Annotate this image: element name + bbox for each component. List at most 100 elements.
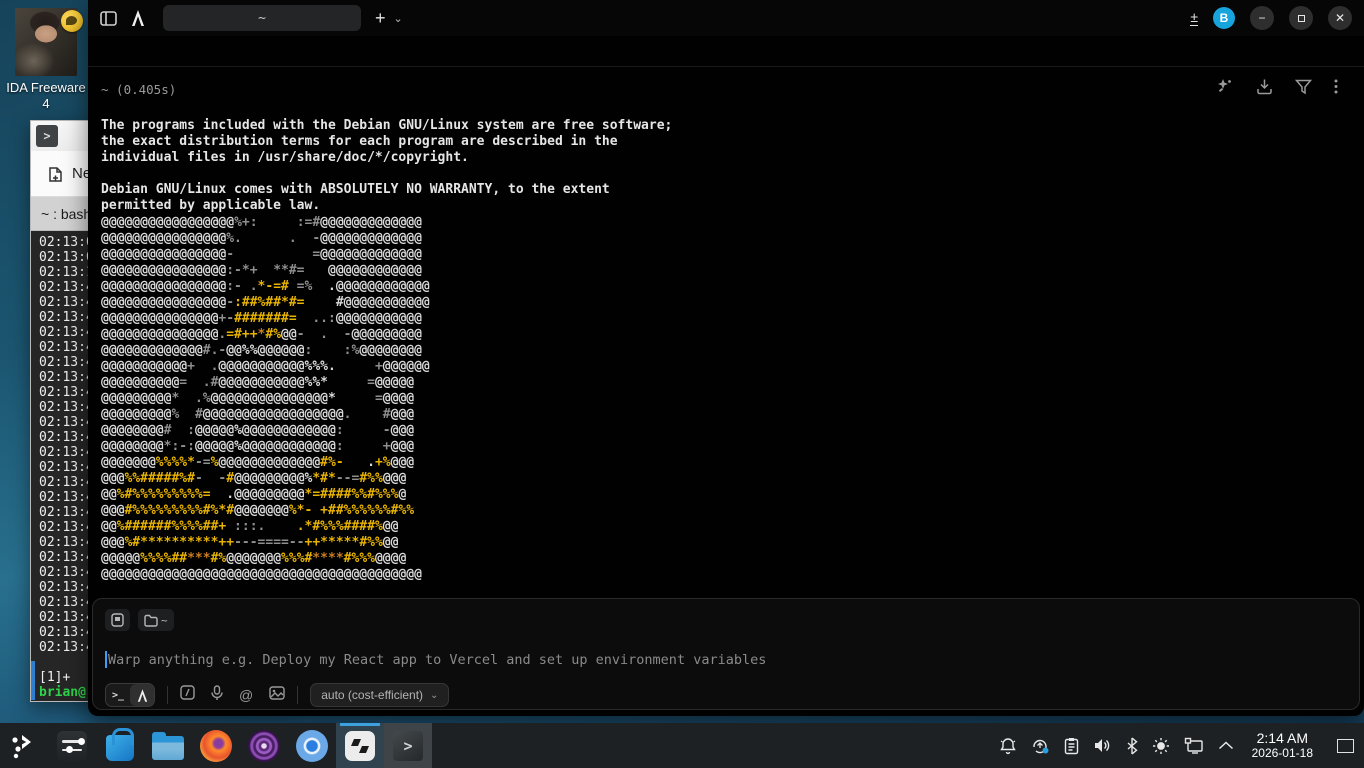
ascii-art-line: @@@@@@@@@@@@@@@@- =@@@@@@@@@@@@@ xyxy=(101,247,430,263)
taskbar-warp-button-active[interactable] xyxy=(336,723,384,768)
adjust-icon[interactable]: ± xyxy=(1190,10,1198,26)
taskbar-terminal-button[interactable]: > xyxy=(384,723,432,768)
agent-mode-segment[interactable] xyxy=(130,684,154,706)
taskbar-discover-button[interactable] xyxy=(96,723,144,768)
warp-input-panel[interactable]: ~ Warp anything e.g. Deploy my React app… xyxy=(92,598,1360,710)
ascii-art-line: @@@@@@@@*:-:@@@@@%@@@@@@@@@@@@: +@@@ xyxy=(101,439,430,455)
ascii-art-line: @@@@@@@@@% #@@@@@@@@@@@@@@@@@@. #@@@ xyxy=(101,407,430,423)
tab-title: ~ xyxy=(258,11,266,26)
directory-label: ~ xyxy=(161,614,168,627)
warp-app-icon xyxy=(345,731,375,761)
ascii-art-line: @@@%%#####%#- -#@@@@@@@@@%*#*--=#%%@@@ xyxy=(101,471,430,487)
ascii-art-line: @@@@@@@@@@@@@@@@%. . -@@@@@@@@@@@@@ xyxy=(101,231,430,247)
launcher-icon xyxy=(9,732,39,760)
taskbar-firefox-button[interactable] xyxy=(192,723,240,768)
block-icon xyxy=(111,613,124,627)
ascii-art-line: @@@@@@@@@@= .#@@@@@@@@@@@%%* =@@@@@ xyxy=(101,375,430,391)
tray-expand-chevron-icon[interactable] xyxy=(1218,741,1234,750)
filter-icon[interactable] xyxy=(1295,78,1312,100)
mode-toggle[interactable]: >_ xyxy=(105,683,155,707)
model-select[interactable]: auto (cost-efficient) ⌄ xyxy=(310,683,449,707)
file-manager-icon xyxy=(152,736,184,760)
command-block-header[interactable]: ~ (0.405s) xyxy=(101,82,176,97)
ascii-art-line: @@@@@@@%%%%*-=%@@@@@@@@@@@@@#%- .+%@@@ xyxy=(101,455,430,471)
ascii-art-line: @@@%#**********++---====--++*****#%%@@ xyxy=(101,535,430,551)
text-cursor xyxy=(105,651,107,668)
ai-sparkle-icon[interactable] xyxy=(1217,78,1234,100)
terminal-mode-segment[interactable]: >_ xyxy=(106,684,130,706)
maximize-button[interactable] xyxy=(1289,6,1313,30)
ascii-art-line: @@@@@@@@@@@@@@@@:- .*-=# =% .@@@@@@@@@@@… xyxy=(101,279,430,295)
show-desktop-button[interactable] xyxy=(1337,739,1354,753)
ascii-art-line: @@@@@@@@@* .%@@@@@@@@@@@@@@@* =@@@@ xyxy=(101,391,430,407)
warp-ai-icon xyxy=(137,689,148,702)
settings-icon xyxy=(57,731,87,761)
mention-at-icon[interactable]: @ xyxy=(239,687,253,703)
divider xyxy=(297,686,298,704)
taskbar-chromium-button[interactable] xyxy=(288,723,336,768)
slash-command-icon[interactable] xyxy=(180,685,195,705)
desktop-icon-ida-freeware[interactable]: IDA Freeware 4 xyxy=(6,8,86,112)
ascii-art-line: @@@@@@@@@@@@@@@+-#######= ..:@@@@@@@@@@@ xyxy=(101,311,430,327)
input-placeholder: Warp anything e.g. Deploy my React app t… xyxy=(108,652,766,668)
microphone-icon[interactable] xyxy=(211,685,223,706)
warp-terminal-body[interactable]: ~ (0.405s) The programs included with th… xyxy=(88,36,1364,716)
taskbar-tor-browser-button[interactable] xyxy=(240,723,288,768)
warp-window[interactable]: ~ + ⌄ ± B − ✕ ~ (0.405s) xyxy=(88,0,1364,716)
ascii-art-line: @@@@@@@@@@@@@@@@-:##%##*#= #@@@@@@@@@@@ xyxy=(101,295,430,311)
desktop-icon-label-line1: IDA Freeware xyxy=(6,80,86,96)
notifications-icon[interactable] xyxy=(999,737,1017,755)
model-select-label: auto (cost-efficient) xyxy=(321,688,423,702)
clock-widget[interactable]: 2:14 AM 2026-01-18 xyxy=(1252,731,1313,761)
clock-time: 2:14 AM xyxy=(1252,731,1313,746)
display-cast-icon[interactable] xyxy=(1184,737,1204,754)
discover-icon xyxy=(106,735,134,761)
taskbar: > xyxy=(0,723,1364,768)
terminal-output: The programs included with the Debian GN… xyxy=(101,118,672,214)
ascii-art-line: @@@@@@@@@@@+ .@@@@@@@@@@@%%%. +@@@@@@ xyxy=(101,359,430,375)
download-icon[interactable] xyxy=(1256,78,1273,100)
attach-image-icon[interactable] xyxy=(269,686,285,705)
taskbar-file-manager-button[interactable] xyxy=(144,723,192,768)
app-launcher-button[interactable] xyxy=(0,723,48,768)
divider xyxy=(167,686,168,704)
sidebar-toggle-icon[interactable] xyxy=(100,11,117,26)
firefox-icon xyxy=(200,730,232,762)
ascii-art-line: @@@@@%%%%##***#%@@@@@@@%%%#****#%%%@@@@ xyxy=(101,551,430,567)
attach-block-chip[interactable] xyxy=(105,609,130,631)
tab-bash[interactable]: ~ : bash xyxy=(41,206,91,222)
clipboard-icon[interactable] xyxy=(1064,737,1079,755)
new-tab-plus-button[interactable]: + xyxy=(375,9,386,27)
more-options-kebab-icon[interactable] xyxy=(1334,78,1338,100)
desktop-icon-label: IDA Freeware 4 xyxy=(6,80,86,112)
terminal-scroll-indicator xyxy=(31,661,35,700)
minimize-button[interactable]: − xyxy=(1250,6,1274,30)
close-button[interactable]: ✕ xyxy=(1328,6,1352,30)
ascii-art-line: @@%######%%%%##+ :::. .*#%%%####%@@ xyxy=(101,519,430,535)
new-file-icon xyxy=(48,165,65,183)
taskbar-settings-button[interactable] xyxy=(48,723,96,768)
ascii-art-line: @@@#%%%%%%%%%#%*#@@@@@@@%*- +##%%%%%%#%% xyxy=(101,503,430,519)
terminal-taskbar-icon: > xyxy=(393,731,423,761)
ascii-art-line: @@@@@@@@@@@@@@@@@@@@@@@@@@@@@@@@@@@@@@@@… xyxy=(101,567,430,583)
folder-icon xyxy=(144,614,158,627)
terminal-app-icon: > xyxy=(36,125,58,147)
command-input[interactable]: Warp anything e.g. Deploy my React app t… xyxy=(105,651,766,668)
working-directory-chip[interactable]: ~ xyxy=(138,609,174,631)
bluetooth-icon[interactable] xyxy=(1126,737,1138,755)
tab-list-chevron-icon[interactable]: ⌄ xyxy=(394,12,403,25)
ascii-art-output: @@@@@@@@@@@@@@@@@%+: :=#@@@@@@@@@@@@@@@@… xyxy=(101,215,430,583)
ascii-art-line: @@@@@@@@@@@@@@@.=#++*#%@@- . -@@@@@@@@@ xyxy=(101,327,430,343)
desktop-icon-label-line2: 4 xyxy=(6,96,86,112)
tor-browser-icon xyxy=(248,730,280,762)
updates-icon[interactable] xyxy=(1031,737,1050,755)
desktop-icon-portrait-image xyxy=(15,8,77,76)
brightness-icon[interactable] xyxy=(1152,737,1170,755)
model-select-chevron-icon: ⌄ xyxy=(430,690,438,701)
warp-logo-icon xyxy=(131,10,145,26)
desktop-icon-badge xyxy=(61,10,83,32)
tab-home[interactable]: ~ xyxy=(163,5,361,31)
ascii-art-line: @@%#%%%%%%%%%= .@@@@@@@@@*=####%%#%%%@ xyxy=(101,487,430,503)
volume-icon[interactable] xyxy=(1093,737,1112,754)
account-avatar[interactable]: B xyxy=(1213,7,1235,29)
